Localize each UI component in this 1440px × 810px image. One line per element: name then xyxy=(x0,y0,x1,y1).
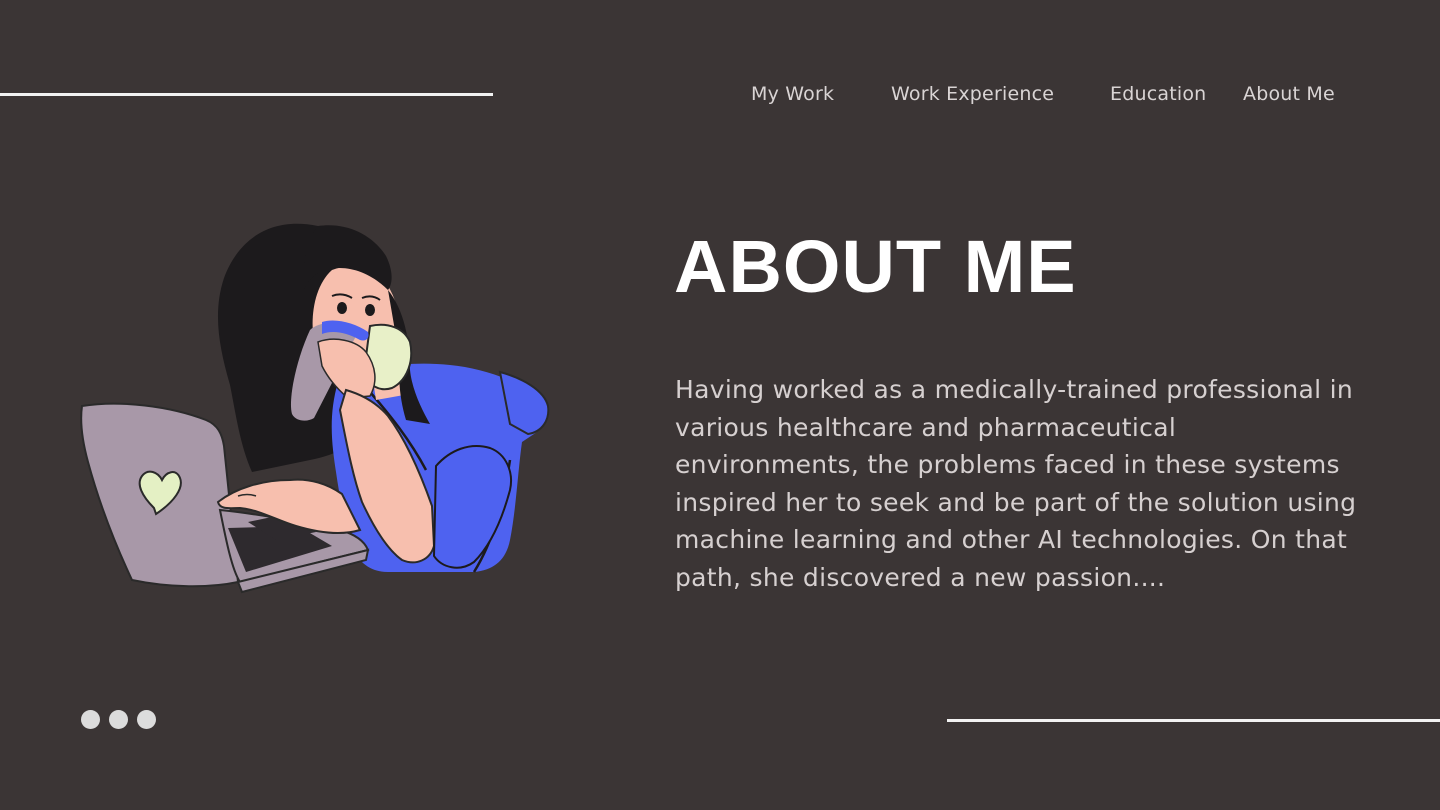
top-nav: My Work Work Experience Education About … xyxy=(0,80,1440,110)
about-description: Having worked as a medically-trained pro… xyxy=(675,375,1357,592)
dot xyxy=(109,710,128,729)
nav-link-about-me[interactable]: About Me xyxy=(1243,80,1335,108)
nav-link-work-experience[interactable]: Work Experience xyxy=(891,80,1054,108)
bottom-divider-line xyxy=(947,719,1440,722)
dot xyxy=(81,710,100,729)
page-title: ABOUT ME xyxy=(674,225,1077,308)
nav-link-my-work[interactable]: My Work xyxy=(751,80,834,108)
ellipsis-dots-icon xyxy=(81,710,156,730)
woman-at-laptop-illustration xyxy=(70,210,560,605)
woman-drinking-at-laptop-icon xyxy=(80,223,550,594)
nav-link-education[interactable]: Education xyxy=(1110,80,1206,108)
dot xyxy=(137,710,156,729)
